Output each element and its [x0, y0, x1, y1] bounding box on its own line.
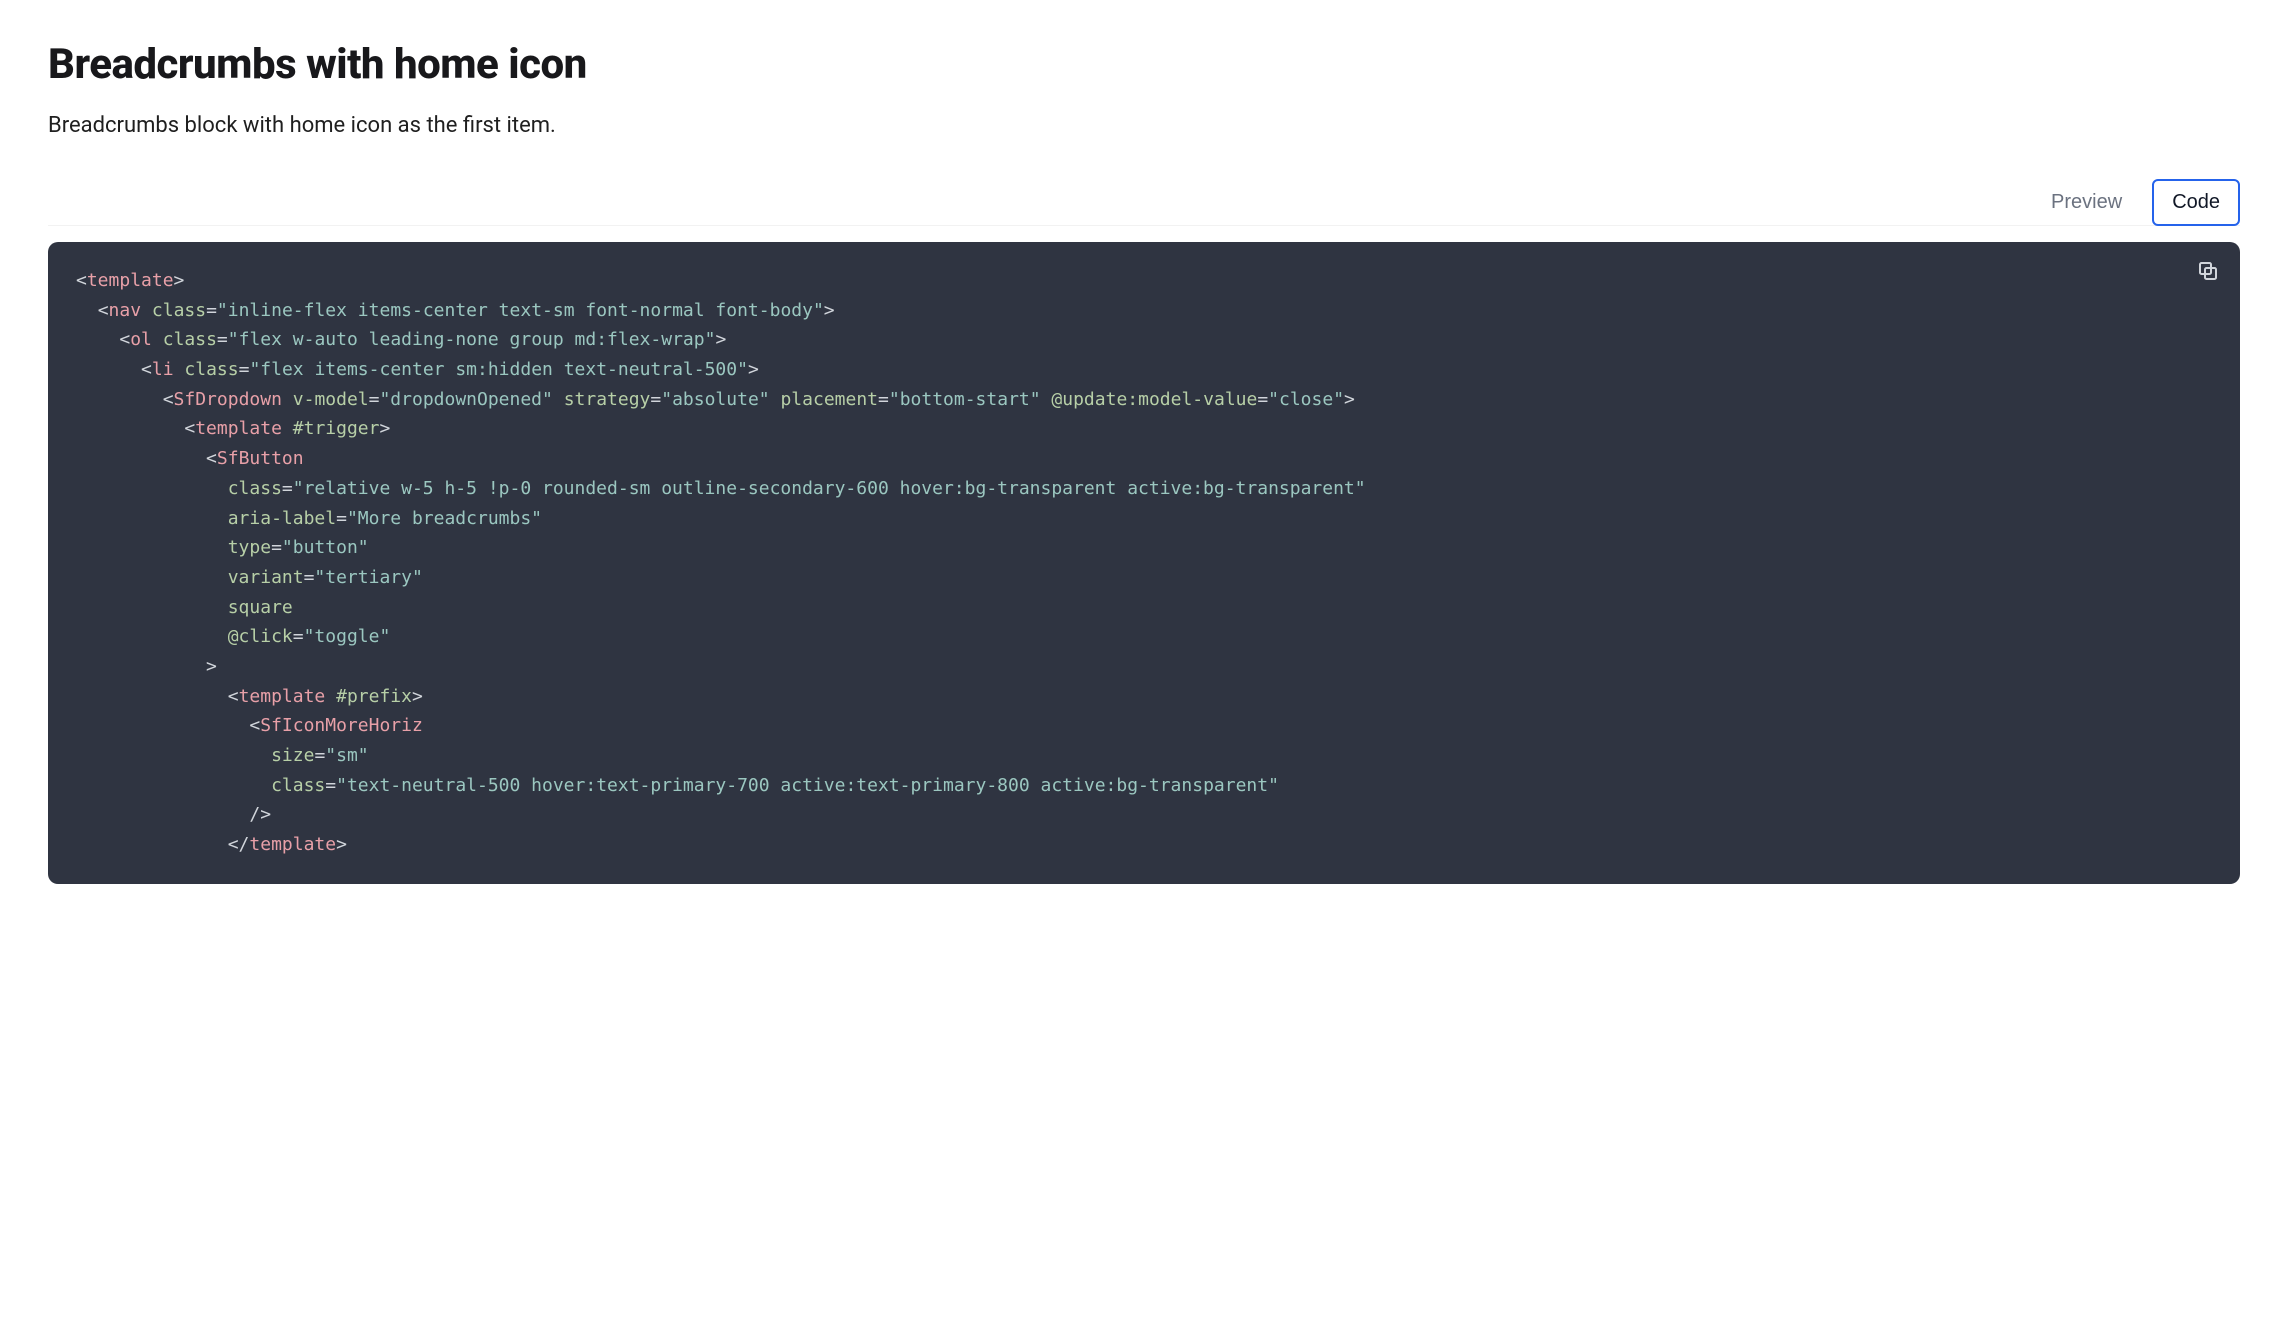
tab-code[interactable]: Code [2152, 179, 2240, 226]
code-block: <template> <nav class="inline-flex items… [48, 242, 2240, 884]
page-description: Breadcrumbs block with home icon as the … [48, 113, 2240, 138]
code-content: <template> <nav class="inline-flex items… [76, 266, 2212, 860]
tab-row: Preview Code [48, 178, 2240, 226]
page-title: Breadcrumbs with home icon [48, 40, 2240, 89]
copy-button[interactable] [2194, 258, 2222, 286]
tab-preview[interactable]: Preview [2031, 179, 2142, 226]
copy-icon [2196, 259, 2220, 286]
